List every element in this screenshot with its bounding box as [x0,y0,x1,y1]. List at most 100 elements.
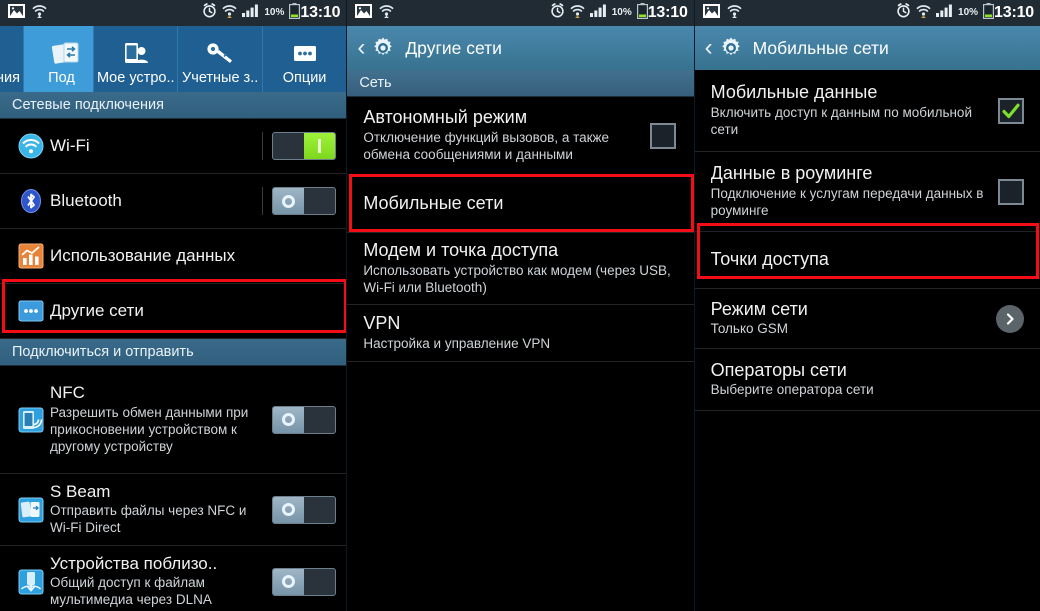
row-subtitle: Использовать устройство как модем (через… [363,262,671,295]
panel-other-networks: 10% 13:10 ‹ Другие сети Сеть Автономный … [346,0,694,611]
nfc-toggle[interactable] [272,405,337,434]
back-chevron-icon[interactable]: ‹ [357,36,365,60]
wifi-direct-icon [727,4,742,23]
row-subtitle: Выберите оператора сети [710,382,874,398]
wifi-signal-icon [570,4,585,23]
row-bluetooth[interactable]: Bluetooth [0,174,347,229]
my-device-icon [122,39,150,69]
row-subtitle: Только GSM [710,321,789,337]
nearby-devices-icon [12,569,50,595]
status-bar-left-icons [355,3,394,23]
status-bar-left-icons [8,3,47,23]
tab-clipped-left[interactable]: ния [0,26,24,92]
nfc-icon [12,407,50,433]
settings-gear-icon [371,36,395,60]
panel-mobile-networks: 10% 13:10 ‹ Мобильные сети Мобильные дан… [693,0,1040,611]
row-mobile-networks[interactable]: Мобильные сети [347,175,694,233]
row-text: Мобильные данные Включить доступ к данны… [707,82,990,138]
row-text: Мобильные сети [359,193,683,215]
row-text: Устройства поблизо.. Общий доступ к файл… [50,554,254,609]
row-network-mode[interactable]: Режим сети Только GSM [694,289,1040,349]
image-icon [702,3,720,23]
tab-connections[interactable]: Под [24,26,94,92]
row-data-roaming[interactable]: Данные в роуминге Подключение к услугам … [694,152,1040,232]
bluetooth-toggle[interactable] [272,187,337,215]
row-subtitle: Отправить файлы через NFC и Wi-Fi Direct [50,503,247,536]
row-subtitle: Общий доступ к файлам мультимедиа через … [50,575,212,608]
row-control [254,132,337,160]
row-text: Автономный режим Отключение функций вызо… [359,107,641,163]
row-text: Использование данных [50,246,336,266]
row-wifi[interactable]: Wi-Fi [0,119,347,174]
row-data-usage[interactable]: Использование данных [0,229,347,284]
back-chevron-icon[interactable]: ‹ [705,36,713,60]
data-usage-icon [12,243,50,269]
row-subtitle: Отключение функций вызовов, а также обме… [363,129,610,162]
row-text: Модем и точка доступа Использовать устро… [359,240,683,296]
battery-percentage: 10% [264,7,285,18]
other-networks-icon [12,298,50,324]
row-title: Режим сети [710,298,808,319]
section-header-network: Сеть [347,70,694,97]
bluetooth-icon [12,188,50,214]
airplane-mode-checkbox[interactable] [649,122,676,149]
row-title: S Beam [50,481,111,501]
empty-area [347,362,694,611]
row-text: Bluetooth [50,191,254,211]
row-text: S Beam Отправить файлы через NFC и Wi-Fi… [50,482,254,537]
alarm-icon [202,3,217,23]
settings-gear-icon [719,36,743,60]
data-roaming-checkbox[interactable] [997,178,1024,205]
tab-options[interactable]: Опции [263,26,346,92]
wifi-toggle[interactable] [272,132,337,160]
row-control [990,97,1030,124]
more-options-icon [290,39,320,69]
row-title: NFC [50,383,85,403]
tab-my-device[interactable]: Мое устро.. [94,26,179,92]
nearby-devices-toggle[interactable] [272,567,337,596]
row-tethering-hotspot[interactable]: Модем и точка доступа Использовать устро… [347,233,694,305]
row-text: NFC Разрешить обмен данными при прикосно… [50,383,254,455]
checkmark-icon [1002,103,1020,118]
row-subtitle: Подключение к услугам передачи данных в … [710,185,984,218]
connections-icon [51,39,80,69]
network-mode-chevron-right-icon[interactable] [995,304,1024,333]
row-text: Операторы сети Выберите оператора сети [707,360,1030,399]
panel-settings-connections: 10% 13:10 ния Под Мое [0,0,347,611]
status-bar-clock: 13:10 [994,4,1034,21]
row-s-beam[interactable]: S Beam Отправить файлы через NFC и Wi-Fi… [0,474,347,546]
row-title: Bluetooth [50,190,122,210]
status-bar-right-icons: 10% [550,2,648,24]
row-control [642,122,684,149]
row-text: Другие сети [50,301,336,321]
wifi-signal-icon [916,4,931,23]
row-text: VPN Настройка и управление VPN [359,313,683,352]
divider [262,132,264,160]
row-text: Точки доступа [707,249,1030,271]
tab-accounts[interactable]: Учетные з.. [178,26,263,92]
row-mobile-data[interactable]: Мобильные данные Включить доступ к данны… [694,70,1040,152]
battery-icon [289,2,301,24]
row-subtitle: Настройка и управление VPN [363,335,551,351]
status-bar-clock: 13:10 [647,4,688,21]
mobile-data-checkbox[interactable] [997,97,1024,124]
section-header-connect-and-share: Подключиться и отправить [0,339,347,366]
row-other-networks[interactable]: Другие сети [0,284,347,339]
row-nfc[interactable]: NFC Разрешить обмен данными при прикосно… [0,366,347,474]
status-bar: 10% 13:10 [347,0,694,26]
row-vpn[interactable]: VPN Настройка и управление VPN [347,305,694,362]
row-subtitle: Включить доступ к данным по мобильной се… [710,104,972,137]
status-bar: 10% 13:10 [694,0,1040,26]
action-bar: ‹ Другие сети [347,26,694,70]
row-text: Режим сети Только GSM [707,299,988,338]
row-nearby-devices[interactable]: Устройства поблизо.. Общий доступ к файл… [0,546,347,611]
tab-label-4: Опции [282,70,327,87]
alarm-icon [550,3,565,23]
wifi-signal-icon [222,4,237,23]
status-bar-right-icons: 10% [202,2,301,24]
row-network-operators[interactable]: Операторы сети Выберите оператора сети [694,349,1040,411]
row-access-points[interactable]: Точки доступа [694,232,1040,289]
row-control [254,495,337,524]
s-beam-toggle[interactable] [272,495,337,524]
row-airplane-mode[interactable]: Автономный режим Отключение функций вызо… [347,97,694,175]
